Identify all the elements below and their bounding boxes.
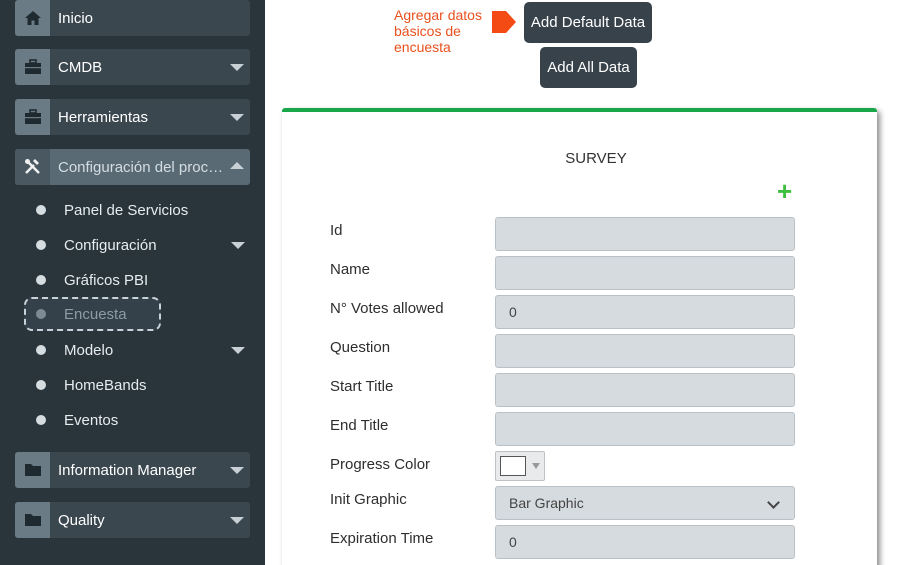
annotation-line: encuesta [394, 39, 451, 55]
chevron-down-icon [230, 517, 244, 524]
votes-allowed-input[interactable]: 0 [495, 295, 795, 329]
annotation-line: básicos de [394, 23, 461, 39]
sidebar-subitem-modelo[interactable]: Modelo [24, 333, 113, 367]
end-title-input[interactable] [495, 412, 795, 446]
add-default-data-button[interactable]: Add Default Data [524, 2, 652, 43]
init-graphic-select[interactable]: Bar Graphic [495, 486, 795, 520]
sidebar-item-label: Configuración del proceso [58, 158, 228, 176]
sidebar-item-label: Inicio [58, 9, 94, 27]
chevron-up-icon [230, 162, 244, 169]
expiration-time-input[interactable]: 0 [495, 525, 795, 559]
sidebar-subitem-configuracion[interactable]: Configuración [24, 228, 157, 262]
annotation-text: Agregar datos básicos de encuesta [394, 7, 482, 55]
field-label-start-title: Start Title [330, 378, 394, 395]
chevron-down-icon [231, 242, 245, 249]
sidebar-subitem-label: Panel de Servicios [64, 201, 189, 219]
sidebar-subitem-label: Encuesta [64, 305, 127, 323]
chevron-down-icon [532, 463, 540, 469]
sidebar-subitem-label: HomeBands [64, 376, 147, 394]
field-label-votes: N° Votes allowed [330, 300, 444, 317]
add-all-data-button[interactable]: Add All Data [540, 47, 637, 88]
sidebar-item-configuracion-proceso[interactable]: Configuración del proceso [15, 149, 250, 185]
chevron-down-icon [230, 467, 244, 474]
sidebar-subitem-label: Configuración [64, 236, 157, 254]
bullet-icon [36, 309, 46, 319]
bullet-icon [36, 415, 46, 425]
home-icon [15, 0, 50, 36]
bullet-icon [36, 380, 46, 390]
sidebar-item-label: CMDB [58, 58, 103, 76]
field-label-progress-color: Progress Color [330, 456, 431, 473]
start-title-input[interactable] [495, 373, 795, 407]
field-label-name: Name [330, 261, 371, 278]
field-label-end-title: End Title [330, 417, 389, 434]
color-swatch [500, 456, 526, 476]
field-label-id: Id [330, 222, 343, 239]
folder-icon [15, 502, 50, 538]
chevron-down-icon [230, 64, 244, 71]
sidebar-subitem-encuesta[interactable]: Encuesta [24, 297, 161, 331]
plus-icon[interactable]: + [777, 178, 792, 204]
sidebar: Inicio CMDB Herramientas Configuración d… [0, 0, 265, 565]
panel-title: SURVEY [565, 150, 627, 167]
sidebar-item-inicio[interactable]: Inicio [15, 0, 250, 36]
sidebar-subitem-graficos-pbi[interactable]: Gráficos PBI [24, 263, 148, 297]
survey-panel: SURVEY + Id Name N° Votes allowed 0 Ques… [282, 108, 877, 565]
bullet-icon [36, 205, 46, 215]
bullet-icon [36, 345, 46, 355]
briefcase-icon [15, 99, 50, 135]
name-input[interactable] [495, 256, 795, 290]
tools-icon [15, 149, 50, 185]
sidebar-item-information-manager[interactable]: Information Manager [15, 452, 250, 488]
sidebar-item-herramientas[interactable]: Herramientas [15, 99, 250, 135]
field-label-expiration: Expiration Time [330, 530, 434, 547]
id-input[interactable] [495, 217, 795, 251]
sidebar-item-quality[interactable]: Quality [15, 502, 250, 538]
sidebar-subitem-label: Eventos [64, 411, 119, 429]
sidebar-subitem-eventos[interactable]: Eventos [24, 403, 118, 437]
sidebar-subitem-label: Gráficos PBI [64, 271, 149, 289]
sidebar-subitem-homebands[interactable]: HomeBands [24, 368, 147, 402]
bullet-icon [36, 240, 46, 250]
arrow-tag-icon [492, 11, 516, 33]
sidebar-subitem-panel-servicios[interactable]: Panel de Servicios [24, 193, 188, 227]
sidebar-item-label: Herramientas [58, 108, 149, 126]
question-input[interactable] [495, 334, 795, 368]
annotation-line: Agregar datos [394, 7, 482, 23]
bullet-icon [36, 275, 46, 285]
field-label-init-graphic: Init Graphic [330, 491, 407, 508]
sidebar-item-label: Information Manager [58, 461, 197, 479]
briefcase-icon [15, 49, 50, 85]
folder-icon [15, 452, 50, 488]
field-label-question: Question [330, 339, 391, 356]
sidebar-subitem-label: Modelo [64, 341, 114, 359]
init-graphic-value: Bar Graphic [509, 495, 584, 511]
progress-color-picker[interactable] [495, 451, 545, 481]
chevron-down-icon [231, 347, 245, 354]
sidebar-item-label: Quality [58, 511, 105, 529]
sidebar-item-cmdb[interactable]: CMDB [15, 49, 250, 85]
chevron-down-icon [767, 496, 780, 509]
chevron-down-icon [230, 114, 244, 121]
